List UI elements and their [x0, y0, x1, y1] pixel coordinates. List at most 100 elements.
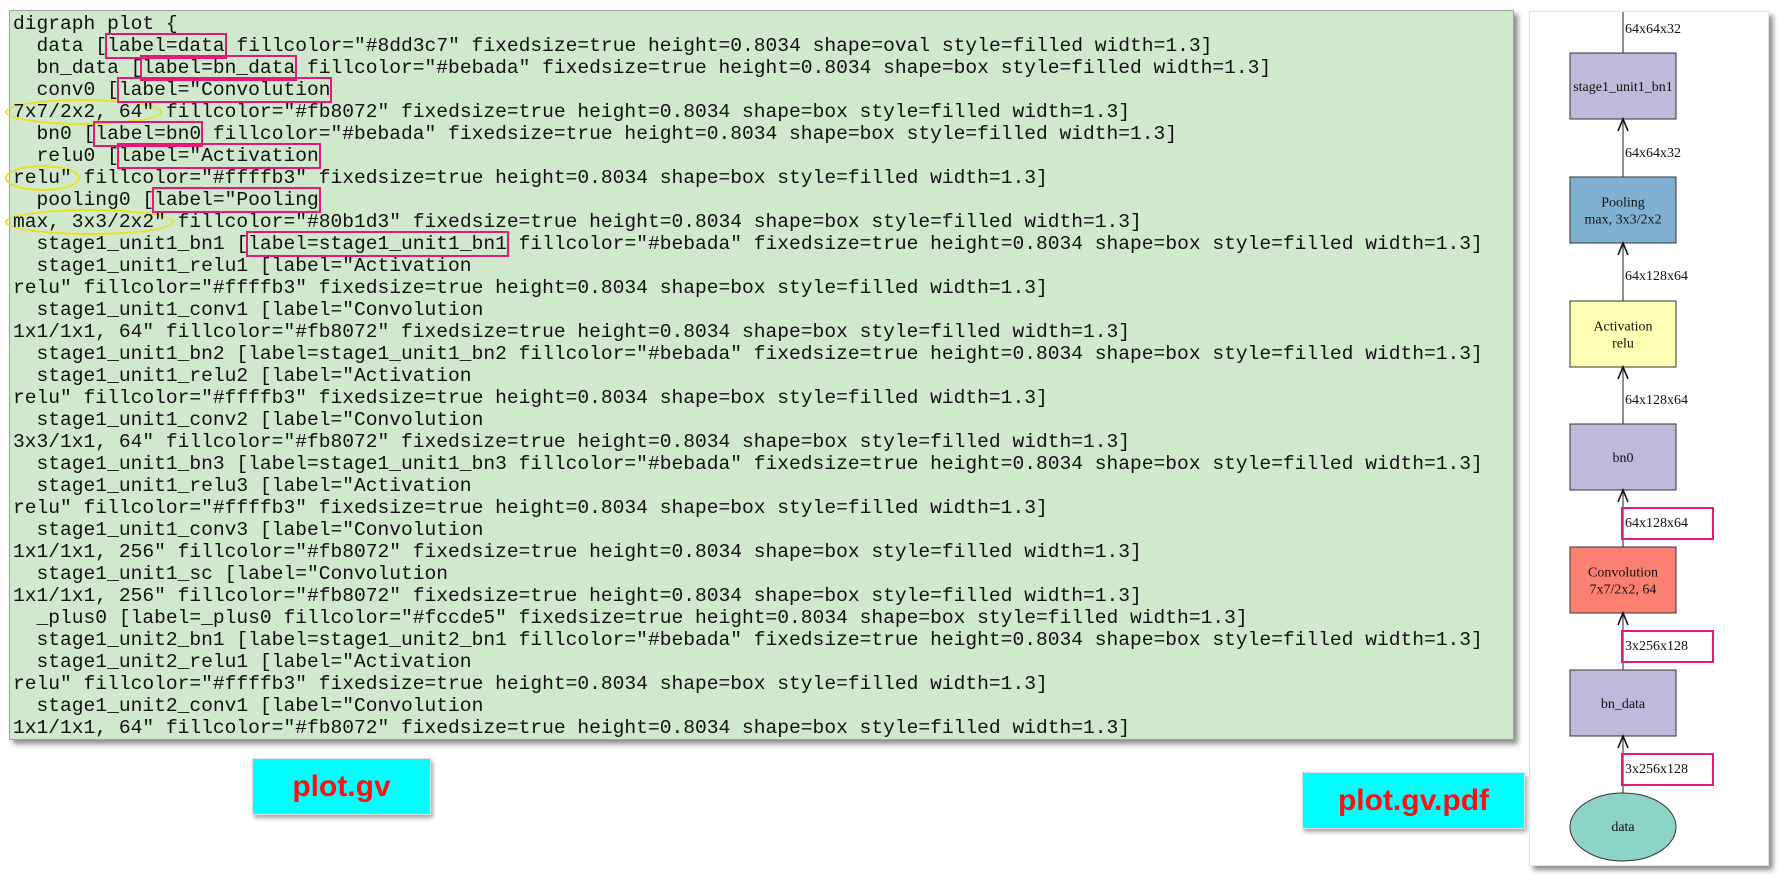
code-text: bn_data [: [13, 57, 143, 79]
code-line: bn_data [label=bn_data fillcolor="#bebad…: [13, 55, 1513, 81]
code-line: data [label=data fillcolor="#8dd3c7" fix…: [13, 33, 1513, 59]
code-line: stage1_unit1_conv2 [label="Convolution: [13, 409, 1513, 431]
edge-label: 64x128x64: [1625, 393, 1688, 408]
code-text: relu" fillcolor="#ffffb3" fixedsize=true…: [13, 673, 1048, 695]
code-text: stage1_unit1_bn1 [: [13, 233, 249, 255]
edge-label: 3x256x128: [1625, 639, 1688, 654]
edge-label: 64x64x32: [1625, 146, 1681, 161]
code-text: fillcolor="#bebada" fixedsize=true heigh…: [201, 123, 1178, 145]
code-text: _plus0 [label=_plus0 fillcolor="#fccde5"…: [13, 607, 1248, 629]
code-line: stage1_unit1_relu2 [label="Activation: [13, 365, 1513, 387]
edge-label: 64x128x64: [1625, 269, 1688, 284]
code-line: relu" fillcolor="#ffffb3" fixedsize=true…: [13, 387, 1513, 409]
highlight-box: label="Convolution: [116, 77, 333, 103]
code-line: relu0 [label="Activation: [13, 143, 1513, 169]
node-label: max, 3x3/2x2: [1585, 213, 1662, 228]
code-text: stage1_unit1_conv2 [label="Convolution: [13, 409, 484, 431]
code-line: stage1_unit2_bn1 [label=stage1_unit2_bn1…: [13, 629, 1513, 651]
code-line: stage1_unit1_relu3 [label="Activation: [13, 475, 1513, 497]
code-line: stage1_unit1_conv1 [label="Convolution: [13, 299, 1513, 321]
code-text: relu0 [: [13, 145, 119, 167]
code-line: 7x7/2x2, 64" fillcolor="#fb8072" fixedsi…: [5, 99, 1513, 125]
code-text: stage1_unit2_relu1 [label="Activation: [13, 651, 472, 673]
code-line: digraph plot {: [13, 13, 1513, 35]
code-panel: digraph plot { data [label=data fillcolo…: [5, 10, 1514, 740]
code-text: fillcolor="#fb8072" fixedsize=true heigh…: [154, 101, 1131, 123]
code-text: fillcolor="#bebada" fixedsize=true heigh…: [506, 233, 1483, 255]
code-text: stage1_unit1_relu2 [label="Activation: [13, 365, 472, 387]
code-line: relu" fillcolor="#ffffb3" fixedsize=true…: [5, 165, 1513, 191]
code-text: digraph plot {: [13, 13, 178, 35]
highlight-ellipse: relu": [5, 165, 80, 191]
code-text: pooling0 [: [13, 189, 155, 211]
graph-diagram: stage1_unit1_bn1 Pooling max, 3x3/2x2 Activ…: [1569, 12, 1714, 862]
code-line: relu" fillcolor="#ffffb3" fixedsize=true…: [13, 277, 1513, 299]
code-text: stage1_unit1_conv3 [label="Convolution: [13, 519, 484, 541]
code-line: max, 3x3/2x2" fillcolor="#80b1d3" fixeds…: [5, 209, 1513, 235]
node-label: Pooling: [1601, 196, 1645, 211]
highlight-box: label=data: [105, 33, 227, 59]
code-text: relu" fillcolor="#ffffb3" fixedsize=true…: [13, 277, 1048, 299]
edge-label: 64x128x64: [1625, 516, 1688, 531]
highlight-box: label=bn0: [93, 121, 204, 147]
node-label: bn0: [1613, 451, 1634, 466]
code-text: stage1_unit2_bn1 [label=stage1_unit2_bn1…: [13, 629, 1483, 651]
code-line: relu" fillcolor="#ffffb3" fixedsize=true…: [13, 497, 1513, 519]
highlight-box: label=stage1_unit1_bn1: [246, 231, 509, 257]
code-line: bn0 [label=bn0 fillcolor="#bebada" fixed…: [13, 121, 1513, 147]
code-text: stage1_unit1_relu3 [label="Activation: [13, 475, 472, 497]
code-text: 1x1/1x1, 256" fillcolor="#fb8072" fixeds…: [13, 585, 1142, 607]
highlight-box: label="Pooling: [152, 187, 321, 213]
highlight-ellipse: 7x7/2x2, 64": [5, 99, 163, 125]
code-line: stage1_unit1_relu1 [label="Activation: [13, 255, 1513, 277]
code-line: 1x1/1x1, 64" fillcolor="#fb8072" fixedsi…: [13, 717, 1513, 739]
code-text: 1x1/1x1, 64" fillcolor="#fb8072" fixedsi…: [13, 717, 1131, 739]
code-text: stage1_unit1_sc [label="Convolution: [13, 563, 449, 585]
code-text: fillcolor="#bebada" fixedsize=true heigh…: [295, 57, 1272, 79]
code-line: stage1_unit1_bn3 [label=stage1_unit1_bn3…: [13, 453, 1513, 475]
node-label: stage1_unit1_bn1: [1573, 80, 1673, 95]
code-text: stage1_unit1_relu1 [label="Activation: [13, 255, 472, 277]
code-line: _plus0 [label=_plus0 fillcolor="#fccde5"…: [13, 607, 1513, 629]
code-line: 1x1/1x1, 64" fillcolor="#fb8072" fixedsi…: [13, 321, 1513, 343]
code-text: relu" fillcolor="#ffffb3" fixedsize=true…: [13, 387, 1048, 409]
code-text: stage1_unit1_bn3 [label=stage1_unit1_bn3…: [13, 453, 1483, 475]
code-text: fillcolor="#8dd3c7" fixedsize=true heigh…: [224, 35, 1213, 57]
code-text: relu" fillcolor="#ffffb3" fixedsize=true…: [13, 497, 1048, 519]
code-line: 3x3/1x1, 64" fillcolor="#fb8072" fixedsi…: [13, 431, 1513, 453]
code-line: stage1_unit1_bn2 [label=stage1_unit1_bn2…: [13, 343, 1513, 365]
node-label: Activation: [1593, 320, 1652, 335]
code-text: stage1_unit1_bn2 [label=stage1_unit1_bn2…: [13, 343, 1483, 365]
code-text: 3x3/1x1, 64" fillcolor="#fb8072" fixedsi…: [13, 431, 1131, 453]
code-text: fillcolor="#80b1d3" fixedsize=true heigh…: [165, 211, 1142, 233]
code-line: conv0 [label="Convolution: [13, 77, 1513, 103]
plot-gv-pdf-label: plot.gv.pdf: [1302, 772, 1525, 829]
edge-label: 64x64x32: [1625, 22, 1681, 37]
node-label: 7x7/2x2, 64: [1590, 583, 1657, 598]
code-line: stage1_unit1_conv3 [label="Convolution: [13, 519, 1513, 541]
code-text: fillcolor="#ffffb3" fixedsize=true heigh…: [71, 167, 1048, 189]
code-text: conv0 [: [13, 79, 119, 101]
code-text: stage1_unit1_conv1 [label="Convolution: [13, 299, 484, 321]
node-label: data: [1611, 820, 1635, 835]
code-line: stage1_unit2_conv1 [label="Convolution: [13, 695, 1513, 717]
edge-label: 3x256x128: [1625, 762, 1688, 777]
graph-pdf-panel: stage1_unit1_bn1 Pooling max, 3x3/2x2 Activ…: [1529, 11, 1769, 866]
node-label: relu: [1612, 337, 1634, 352]
code-line: pooling0 [label="Pooling: [13, 187, 1513, 213]
code-line: stage1_unit1_sc [label="Convolution: [13, 563, 1513, 585]
highlight-box: label="Activation: [116, 143, 321, 169]
code-text: stage1_unit2_conv1 [label="Convolution: [13, 695, 484, 717]
code-line: 1x1/1x1, 256" fillcolor="#fb8072" fixeds…: [13, 585, 1513, 607]
highlight-ellipse: max, 3x3/2x2": [5, 209, 174, 235]
code-line: relu" fillcolor="#ffffb3" fixedsize=true…: [13, 673, 1513, 695]
code-line: stage1_unit2_relu1 [label="Activation: [13, 651, 1513, 673]
plot-gv-label: plot.gv: [252, 758, 431, 815]
code-text: bn0 [: [13, 123, 96, 145]
code-text: 1x1/1x1, 256" fillcolor="#fb8072" fixeds…: [13, 541, 1142, 563]
highlight-box: label=bn_data: [140, 55, 298, 81]
code-text: data [: [13, 35, 108, 57]
code-text: 1x1/1x1, 64" fillcolor="#fb8072" fixedsi…: [13, 321, 1131, 343]
node-label: bn_data: [1601, 697, 1646, 712]
node-label: Convolution: [1588, 566, 1658, 581]
